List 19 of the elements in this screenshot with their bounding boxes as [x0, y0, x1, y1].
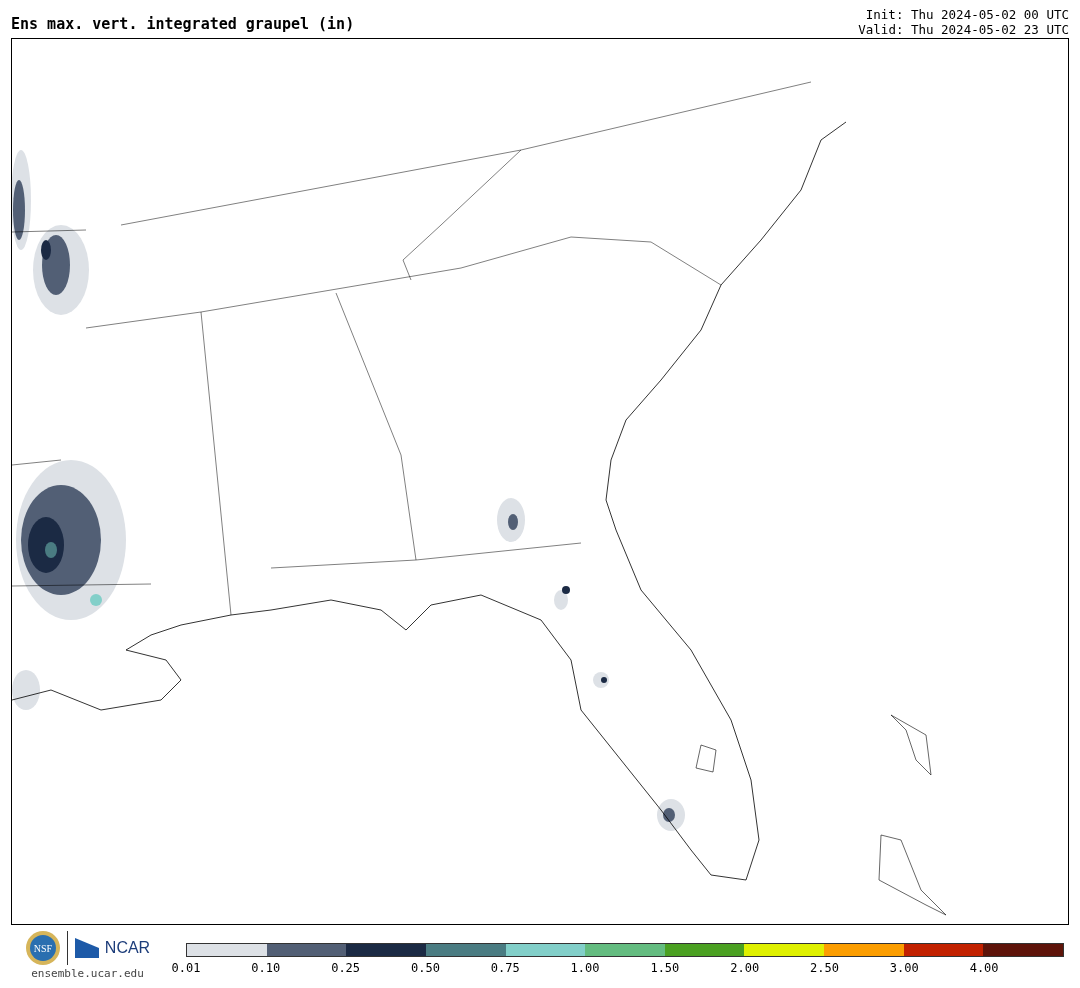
chart-title: Ens max. vert. integrated graupel (in)	[11, 15, 355, 35]
ncar-logo-text: NCAR	[104, 939, 151, 957]
colorbar-label: 4.00	[969, 961, 999, 975]
colorbar-label: 3.00	[889, 961, 919, 975]
website-url: ensemble.ucar.edu	[31, 967, 144, 980]
divider-line	[66, 931, 69, 965]
colorbar-label: 1.50	[650, 961, 680, 975]
nsf-logo: NSF	[24, 930, 61, 966]
init-time: Init: Thu 2024-05-02 00 UTC	[865, 7, 1069, 22]
colorbar-label: 0.10	[251, 961, 281, 975]
colorbar-label: 2.50	[810, 961, 839, 975]
valid-time: Valid: Thu 2024-05-02 23 UTC	[858, 22, 1069, 37]
colorbar-label: 0.01	[171, 961, 201, 975]
colorbar-label: 0.25	[331, 961, 361, 975]
ncar-mark-icon	[74, 938, 99, 958]
colorbar-label: 0.50	[411, 961, 440, 975]
colorbar-label: 2.00	[730, 961, 760, 975]
colorbar-label: 0.75	[490, 961, 520, 975]
colorbar-label: 1.00	[570, 961, 600, 975]
